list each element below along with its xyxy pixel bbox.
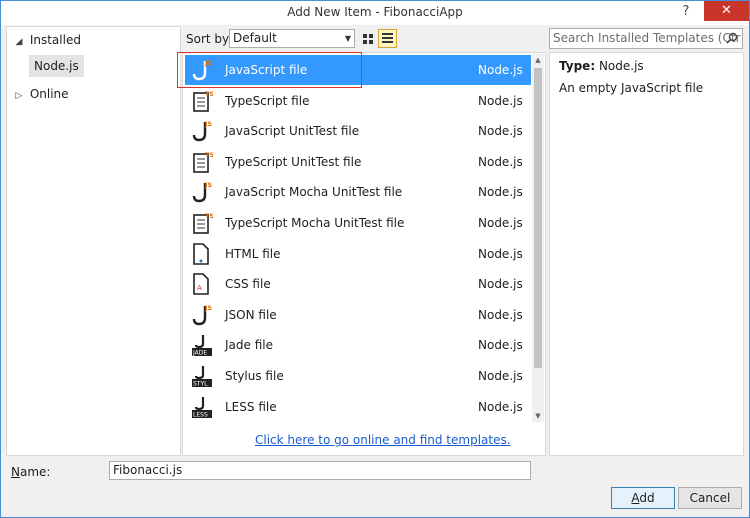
add-button[interactable]: Add <box>611 487 675 509</box>
js-file-icon: JS <box>192 120 212 142</box>
template-item[interactable]: JS JavaScript UnitTest file Node.js <box>185 116 531 146</box>
chevron-down-icon: ▼ <box>344 34 351 43</box>
close-button[interactable]: ✕ <box>704 1 749 21</box>
search-input[interactable]: Search Installed Templates (Ctr <box>549 28 743 49</box>
template-type: Node.js <box>478 338 523 353</box>
template-item[interactable]: JS JavaScript file Node.js <box>177 52 531 88</box>
ts-file-icon: TS <box>193 90 213 112</box>
detail-type-label: Type: <box>559 59 596 73</box>
template-type: Node.js <box>478 216 523 230</box>
svg-text:LESS: LESS <box>193 411 208 418</box>
template-type: Node.js <box>478 124 523 139</box>
online-templates-link[interactable]: Click here to go online and find templat… <box>255 433 511 447</box>
template-item[interactable]: TS TypeScript Mocha UnitTest file Node.js <box>185 208 531 238</box>
svg-text:TS: TS <box>205 212 213 220</box>
template-item[interactable]: STYL Stylus file Node.js <box>185 361 531 391</box>
add-new-item-dialog: Add New Item - FibonacciApp ? ✕ ◢ Instal… <box>0 0 750 518</box>
template-item[interactable]: TS TypeScript file Node.js <box>185 86 531 116</box>
svg-text:TS: TS <box>205 151 213 159</box>
svg-text:JS: JS <box>204 181 212 189</box>
svg-text:TS: TS <box>205 90 213 98</box>
search-placeholder: Search Installed Templates (Ctr <box>553 31 741 45</box>
svg-text:JS: JS <box>204 304 212 312</box>
js-file-icon: JS <box>192 181 212 203</box>
scroll-up-icon[interactable]: ▲ <box>532 54 544 66</box>
template-type: Node.js <box>478 307 523 322</box>
sort-value: Default <box>233 31 277 45</box>
tree-item-installed[interactable]: ◢ Installed <box>12 29 81 51</box>
list-view-icon <box>382 33 393 44</box>
template-item[interactable]: JS JSON file Node.js <box>185 300 531 330</box>
vertical-scrollbar[interactable]: ▲ ▼ <box>532 54 544 422</box>
template-item[interactable]: A CSS file Node.js <box>185 269 531 299</box>
tree-item-label: Online <box>29 87 69 101</box>
cancel-button[interactable]: Cancel <box>678 487 742 509</box>
sort-dropdown[interactable]: Default ▼ <box>229 29 355 48</box>
selection-highlight-box <box>177 52 362 88</box>
template-type: Node.js <box>478 399 523 414</box>
template-name: TypeScript Mocha UnitTest file <box>225 216 405 230</box>
template-name: JavaScript Mocha UnitTest file <box>225 185 403 200</box>
template-type: Node.js <box>478 369 523 383</box>
template-item[interactable]: TS TypeScript UnitTest file Node.js <box>185 147 531 177</box>
tree-item-label: Installed <box>29 33 81 47</box>
expand-arrow-icon[interactable]: ▷ <box>12 85 26 107</box>
template-item[interactable]: HTML file Node.js <box>185 239 531 269</box>
ts-file-icon: TS <box>193 212 213 234</box>
template-item[interactable]: JADE Jade file Node.js <box>185 330 531 360</box>
template-type: Node.js <box>478 63 523 77</box>
json-file-icon: JS <box>192 304 212 325</box>
title-bar: Add New Item - FibonacciApp ? ✕ <box>1 1 749 25</box>
tree-item-online[interactable]: ▷ Online <box>12 83 69 105</box>
scroll-thumb[interactable] <box>534 68 542 368</box>
ts-file-icon: TS <box>193 151 213 173</box>
css-file-icon: A <box>193 273 209 295</box>
template-type: Node.js <box>478 93 523 108</box>
grid-view-icon <box>362 34 373 44</box>
help-button[interactable]: ? <box>675 2 697 22</box>
sort-label: Sort by: <box>186 32 233 46</box>
template-tree: ◢ Installed Node.js ▷ Online <box>6 26 181 456</box>
template-type: Node.js <box>478 277 523 292</box>
less-file-icon: LESS <box>192 396 212 418</box>
template-name: JavaScript UnitTest file <box>225 124 360 139</box>
jade-file-icon: JADE <box>192 335 212 357</box>
name-label: Name: <box>11 465 51 479</box>
template-name: HTML file <box>225 246 281 261</box>
template-name: Jade file <box>225 338 273 353</box>
template-type: Node.js <box>478 246 523 261</box>
collapse-arrow-icon[interactable]: ◢ <box>12 31 26 53</box>
svg-text:JS: JS <box>204 120 212 128</box>
template-item[interactable]: JS JavaScript Mocha UnitTest file Node.js <box>185 177 531 207</box>
template-name: Stylus file <box>225 369 284 383</box>
list-view-button[interactable] <box>378 29 397 48</box>
html-file-icon <box>193 242 209 265</box>
template-name: TypeScript UnitTest file <box>225 154 362 169</box>
svg-text:STYL: STYL <box>193 381 208 388</box>
scroll-down-icon[interactable]: ▼ <box>532 410 544 422</box>
template-type: Node.js <box>478 185 523 200</box>
detail-description: An empty JavaScript file <box>559 81 704 95</box>
detail-pane: Type: Node.js An empty JavaScript file <box>549 52 744 456</box>
template-name: LESS file <box>225 399 277 414</box>
template-list: JS JavaScript file Node.js TS TypeScript fil… <box>177 52 546 456</box>
sort-toolbar: Sort by: Default ▼ <box>182 26 543 52</box>
name-field[interactable]: Fibonacci.js <box>109 461 531 480</box>
svg-text:JADE: JADE <box>192 350 207 357</box>
template-name: CSS file <box>225 277 271 292</box>
tree-item-nodejs[interactable]: Node.js <box>29 55 84 77</box>
template-item[interactable]: LESS LESS file Node.js <box>185 392 531 422</box>
svg-text:A: A <box>197 284 202 292</box>
window-title: Add New Item - FibonacciApp <box>287 5 463 19</box>
detail-type: Type: Node.js <box>559 59 644 73</box>
stylus-file-icon: STYL <box>192 366 212 388</box>
template-name: JSON file <box>225 307 277 322</box>
template-name: TypeScript file <box>225 93 310 108</box>
template-type: Node.js <box>478 154 523 169</box>
detail-type-value: Node.js <box>598 59 644 73</box>
search-icon[interactable] <box>726 32 738 44</box>
grid-view-button[interactable] <box>358 29 377 48</box>
